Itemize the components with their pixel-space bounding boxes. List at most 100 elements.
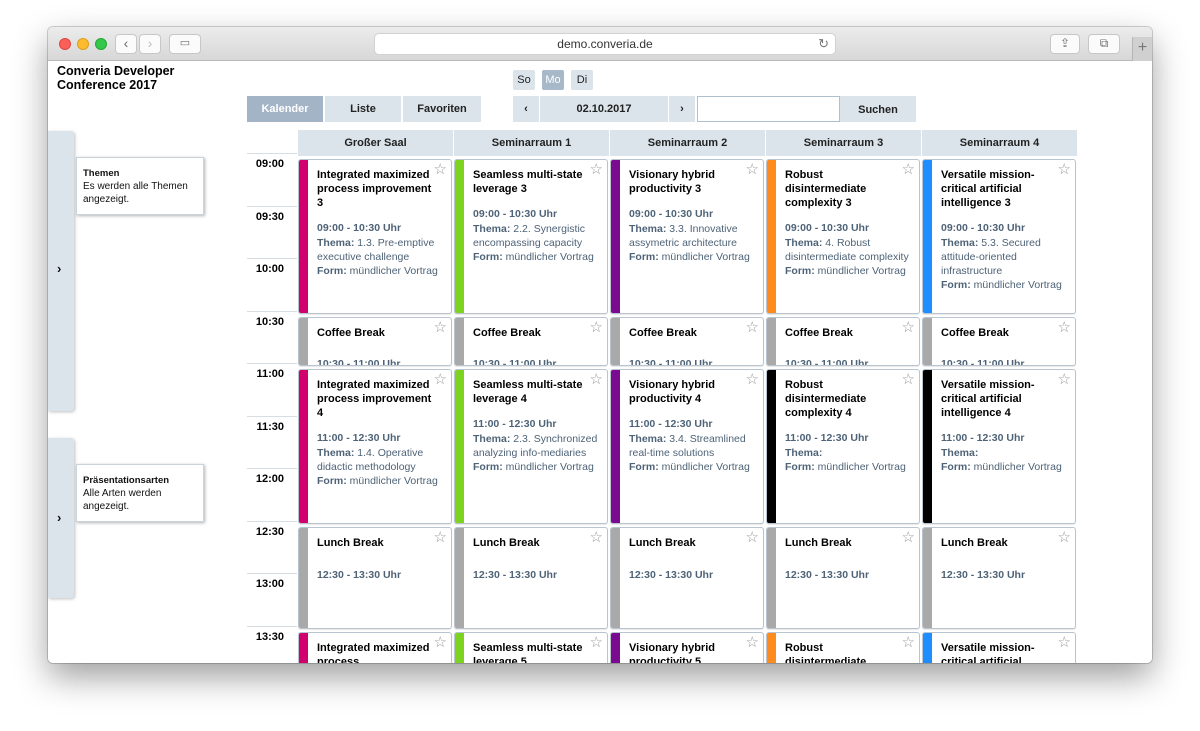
favorite-star-icon[interactable]: ☆ <box>746 372 759 387</box>
praesentationsarten-popover: Präsentationsarten Alle Arten werden ang… <box>76 464 204 522</box>
current-date[interactable]: 02.10.2017 <box>540 96 668 122</box>
session-card[interactable]: ☆ Lunch Break 12:30 - 13:30 Uhr <box>766 526 920 629</box>
day-button-di[interactable]: Di <box>571 70 593 90</box>
session-time: 10:30 - 11:00 Uhr <box>629 357 713 366</box>
thema-label: Thema: <box>785 447 823 459</box>
session-card[interactable]: ☆ Visionary hybrid productivity 5 <box>610 631 764 663</box>
day-button-so[interactable]: So <box>513 70 535 90</box>
session-title: Lunch Break <box>317 536 384 549</box>
session-card[interactable]: ☆ Coffee Break 10:30 - 11:00 Uhr <box>610 316 764 366</box>
favorite-star-icon[interactable]: ☆ <box>590 530 603 545</box>
time-label: 09:30 <box>247 205 297 223</box>
session-card[interactable]: ☆ Versatile mission-critical artificial i… <box>922 159 1076 314</box>
session-card[interactable]: ☆ Versatile mission-critical artificial i… <box>922 369 1076 524</box>
time-label: 10:00 <box>247 258 297 275</box>
next-day-button[interactable]: › <box>669 96 695 122</box>
address-bar[interactable]: demo.converia.de ↻ <box>374 33 836 55</box>
session-title: Seamless multi-state leverage 4 <box>473 379 583 405</box>
zoom-window-button[interactable] <box>95 38 107 50</box>
session-card[interactable]: ☆ Lunch Break 12:30 - 13:30 Uhr <box>454 526 608 629</box>
session-color-bar <box>923 317 932 365</box>
search-button[interactable]: Suchen <box>840 96 916 122</box>
session-title: Coffee Break <box>473 326 541 339</box>
room-header: Großer Saal <box>298 130 454 156</box>
thema-label: Thema: <box>629 433 667 445</box>
search-input[interactable] <box>697 96 840 122</box>
favorite-star-icon[interactable]: ☆ <box>902 530 915 545</box>
favorite-star-icon[interactable]: ☆ <box>590 635 603 650</box>
session-card[interactable]: ☆ Visionary hybrid productivity 4 11:00 - … <box>610 369 764 524</box>
session-card[interactable]: ☆ Seamless multi-state leverage 5 <box>454 631 608 664</box>
session-card[interactable]: ☆ Seamless multi-state leverage 3 09:00 - … <box>454 159 608 314</box>
form-label: Form: <box>473 461 503 473</box>
favorite-star-icon[interactable]: ☆ <box>590 372 603 387</box>
session-card[interactable]: ☆ Lunch Break 12:30 - 13:30 Uhr <box>610 526 764 629</box>
session-card[interactable]: ☆ Seamless multi-state leverage 4 11:00 - … <box>454 369 608 524</box>
session-card[interactable]: ☆ Robust disintermediate <box>766 631 920 663</box>
favorite-star-icon[interactable]: ☆ <box>902 320 915 335</box>
session-card[interactable]: ☆ Coffee Break 10:30 - 11:00 Uhr <box>454 316 608 366</box>
session-card[interactable]: ☆ Coffee Break 10:30 - 11:00 Uhr <box>922 316 1076 366</box>
favorite-star-icon[interactable]: ☆ <box>746 530 759 545</box>
session-card[interactable]: ☆ Coffee Break 10:30 - 11:00 Uhr <box>298 316 452 366</box>
session-color-bar <box>455 370 464 523</box>
thema-label: Thema: <box>941 447 979 459</box>
favorite-star-icon[interactable]: ☆ <box>434 635 447 650</box>
room-header: Seminarraum 2 <box>610 130 766 156</box>
favorite-star-icon[interactable]: ☆ <box>746 162 759 177</box>
favorite-star-icon[interactable]: ☆ <box>902 162 915 177</box>
favorite-star-icon[interactable]: ☆ <box>1058 530 1071 545</box>
day-button-mo[interactable]: Mo <box>542 70 564 90</box>
tab-liste[interactable]: Liste <box>325 96 401 122</box>
session-card[interactable]: ☆ Versatile mission-critical artificial <box>922 631 1076 663</box>
session-card[interactable]: ☆ Integrated maximized process improvemen… <box>298 159 452 314</box>
favorite-star-icon[interactable]: ☆ <box>1058 635 1071 650</box>
session-time: 09:00 - 10:30 Uhr <box>941 222 1026 234</box>
session-title: Seamless multi-state leverage 3 <box>473 169 583 195</box>
session-title: Lunch Break <box>941 536 1008 549</box>
favorite-star-icon[interactable]: ☆ <box>434 530 447 545</box>
time-label: 11:00 <box>247 363 297 380</box>
session-card[interactable]: ☆ Lunch Break 12:30 - 13:30 Uhr <box>922 526 1076 629</box>
session-color-bar <box>611 632 620 663</box>
favorite-star-icon[interactable]: ☆ <box>902 635 915 650</box>
favorite-star-icon[interactable]: ☆ <box>1058 162 1071 177</box>
favorite-star-icon[interactable]: ☆ <box>746 320 759 335</box>
filter-panel-themen[interactable]: › <box>48 131 74 411</box>
favorite-star-icon[interactable]: ☆ <box>590 162 603 177</box>
tabs-overview-icon[interactable]: ⧉ <box>1088 34 1120 54</box>
favorite-star-icon[interactable]: ☆ <box>746 635 759 650</box>
favorite-star-icon[interactable]: ☆ <box>1058 320 1071 335</box>
back-icon[interactable]: ‹ <box>115 34 137 54</box>
session-title: Seamless multi-state leverage 5 <box>473 641 583 664</box>
tab-kalender[interactable]: Kalender <box>247 96 323 122</box>
favorite-star-icon[interactable]: ☆ <box>434 162 447 177</box>
time-column: 09:00 09:30 10:00 10:30 11:00 11:30 12:00 12:30… <box>247 130 297 663</box>
session-card[interactable]: ☆ Integrated maximized process <box>298 631 452 663</box>
favorite-star-icon[interactable]: ☆ <box>902 372 915 387</box>
close-window-button[interactable] <box>59 38 71 50</box>
prev-day-button[interactable]: ‹ <box>513 96 539 122</box>
session-time: 12:30 - 13:30 Uhr <box>785 568 870 581</box>
favorite-star-icon[interactable]: ☆ <box>590 320 603 335</box>
forward-icon[interactable]: › <box>139 34 161 54</box>
minimize-window-button[interactable] <box>77 38 89 50</box>
share-icon[interactable]: ⇪ <box>1050 34 1080 54</box>
favorite-star-icon[interactable]: ☆ <box>434 372 447 387</box>
session-card[interactable]: ☆ Robust disintermediate complexity 4 11:0… <box>766 369 920 524</box>
session-card[interactable]: ☆ Visionary hybrid productivity 3 09:00 - … <box>610 159 764 314</box>
session-card[interactable]: ☆ Robust disintermediate complexity 3 09:0… <box>766 159 920 314</box>
new-tab-icon[interactable]: + <box>1132 37 1152 61</box>
tab-favoriten[interactable]: Favoriten <box>403 96 481 122</box>
session-card[interactable]: ☆ Lunch Break 12:30 - 13:30 Uhr <box>298 526 452 629</box>
session-card[interactable]: ☆ Integrated maximized process improvemen… <box>298 369 452 524</box>
browser-window: ‹ › ▭ demo.converia.de ↻ ⇪ ⧉ + Converia … <box>48 27 1152 663</box>
expand-praesentationsarten-icon[interactable]: › <box>57 510 61 525</box>
sidebar-toggle-icon[interactable]: ▭ <box>169 34 201 54</box>
reload-icon[interactable]: ↻ <box>818 34 829 54</box>
session-card[interactable]: ☆ Coffee Break 10:30 - 11:00 Uhr <box>766 316 920 366</box>
favorite-star-icon[interactable]: ☆ <box>434 320 447 335</box>
expand-themen-icon[interactable]: › <box>57 261 61 276</box>
filter-panel-praesentationsarten[interactable]: › <box>48 438 74 598</box>
favorite-star-icon[interactable]: ☆ <box>1058 372 1071 387</box>
